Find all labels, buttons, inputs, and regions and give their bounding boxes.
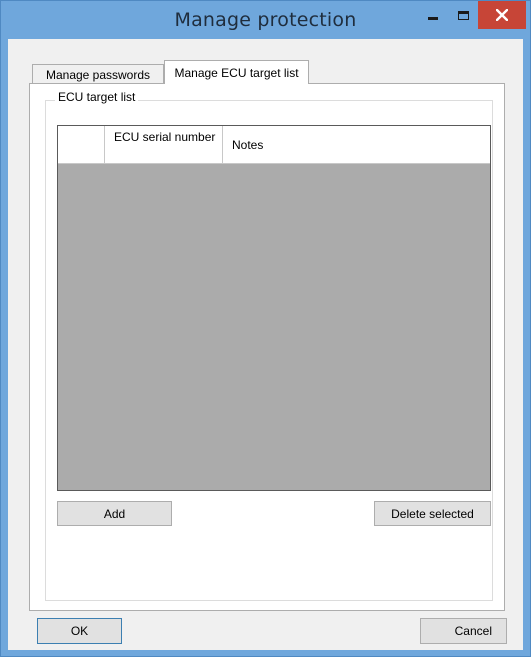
dialog-client-area: Manage passwords Manage ECU target list … <box>8 39 523 650</box>
ecu-target-grid[interactable]: ECU serial number Notes <box>57 125 491 491</box>
dialog-window: Manage protection Manage passwords Manag… <box>0 0 531 657</box>
column-header-ecu-serial-number[interactable]: ECU serial number <box>105 126 223 164</box>
tab-label: Manage ECU target list <box>174 65 299 80</box>
delete-selected-button[interactable]: Delete selected <box>374 501 491 526</box>
row-header-column[interactable] <box>58 126 105 164</box>
maximize-icon <box>457 10 469 20</box>
minimize-icon <box>428 16 438 20</box>
add-button[interactable]: Add <box>57 501 172 526</box>
cancel-button[interactable]: Cancel <box>420 618 507 644</box>
tab-label: Manage passwords <box>45 68 151 82</box>
ok-button[interactable]: OK <box>37 618 122 644</box>
close-icon <box>496 9 508 21</box>
title-bar[interactable]: Manage protection <box>1 1 530 39</box>
column-header-notes[interactable]: Notes <box>223 126 490 164</box>
close-button[interactable] <box>478 1 526 29</box>
minimize-button[interactable] <box>418 1 448 29</box>
maximize-button[interactable] <box>448 1 478 29</box>
tab-manage-ecu-target-list[interactable]: Manage ECU target list <box>164 60 309 84</box>
tab-manage-passwords[interactable]: Manage passwords <box>32 64 164 85</box>
grid-header: ECU serial number Notes <box>58 126 490 164</box>
group-label: ECU target list <box>55 90 139 104</box>
